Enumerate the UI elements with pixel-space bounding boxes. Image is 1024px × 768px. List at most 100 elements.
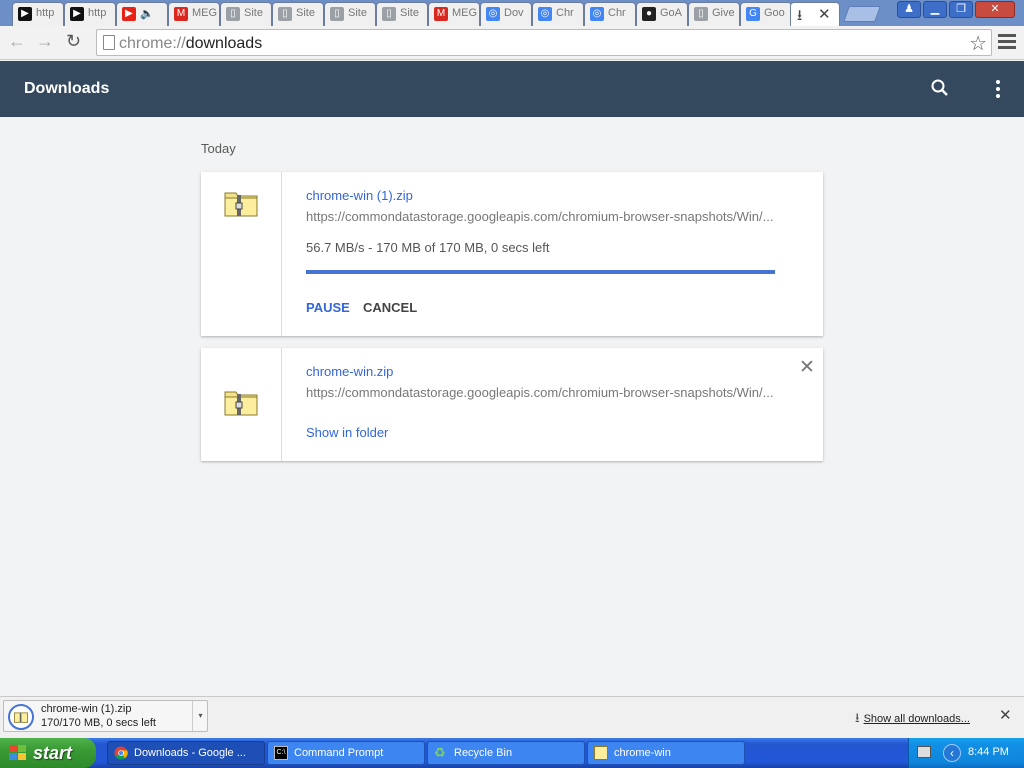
tab-title: Chr xyxy=(556,7,574,19)
browser-tab[interactable]: ● GoA xyxy=(636,2,688,26)
browser-tab[interactable]: ◎ Chr xyxy=(584,2,636,26)
back-arrow-icon[interactable]: ← xyxy=(8,31,26,52)
chrome-icon xyxy=(114,746,128,760)
tab-favicon-icon: M xyxy=(434,7,448,21)
tab-favicon-icon: ◎ xyxy=(538,7,552,21)
keyboard-icon[interactable] xyxy=(917,746,931,758)
new-tab-button[interactable] xyxy=(843,6,881,22)
tab-title: Site xyxy=(348,7,367,19)
tab-title: http xyxy=(36,7,55,19)
browser-tab[interactable]: ◎ Chr xyxy=(532,2,584,26)
tab-title: Site xyxy=(296,7,315,19)
browser-tab[interactable]: ▯ Give xyxy=(688,2,740,26)
taskbar-button-label: Recycle Bin xyxy=(454,747,513,759)
browser-tab[interactable]: M MEG xyxy=(168,2,220,26)
download-icon: ⭳ xyxy=(797,7,803,24)
minimize-button[interactable]: ▁ xyxy=(923,1,947,18)
cancel-button[interactable]: CANCEL xyxy=(363,300,417,315)
progress-fill xyxy=(306,270,775,274)
browser-tab[interactable]: ▶ http xyxy=(64,2,116,26)
search-icon[interactable] xyxy=(930,78,950,98)
tab-title: Site xyxy=(400,7,419,19)
taskbar-button-label: Command Prompt xyxy=(294,747,384,759)
tab-title: http xyxy=(88,7,107,19)
tab-favicon-icon: ▶ xyxy=(18,7,32,21)
tab-title: GoA xyxy=(660,7,683,19)
taskbar-button-command-prompt[interactable]: C:\ Command Prompt xyxy=(267,741,425,765)
downloads-header: Downloads xyxy=(0,61,1024,117)
chrome-menu-icon[interactable] xyxy=(998,34,1016,52)
remove-from-list-icon[interactable]: ✕ xyxy=(799,356,815,379)
browser-tab[interactable]: ▯ Site xyxy=(272,2,324,26)
taskbar-button-chrome-win[interactable]: chrome-win xyxy=(587,741,745,765)
download-filename-link[interactable]: chrome-win (1).zip xyxy=(306,188,413,203)
url-text[interactable]: chrome://downloads xyxy=(119,35,262,53)
browser-tab[interactable]: G Goo xyxy=(740,2,792,26)
show-all-downloads-text[interactable]: Show all downloads... xyxy=(864,713,970,725)
download-filename-link[interactable]: chrome-win.zip xyxy=(306,364,393,379)
download-url-link[interactable]: https://commondatastorage.googleapis.com… xyxy=(306,385,776,400)
window-controls: ♟ ▁ ❐ ✕ xyxy=(897,1,1021,19)
show-all-downloads-link[interactable]: ⭳ Show all downloads... xyxy=(855,709,970,731)
tab-downloads-active[interactable]: ⭳ ✕ xyxy=(790,2,840,26)
tab-title: Site xyxy=(244,7,263,19)
tab-close-icon[interactable]: ✕ xyxy=(818,5,831,23)
zip-folder-icon xyxy=(594,746,608,760)
shelf-close-icon[interactable]: ✕ xyxy=(999,706,1012,724)
browser-tab[interactable]: ▯ Site xyxy=(324,2,376,26)
page-title: Downloads xyxy=(24,80,110,97)
more-options-icon[interactable] xyxy=(990,80,1006,100)
tab-audio-icon: 🔈 xyxy=(140,8,154,20)
taskbar-button-downloads[interactable]: Downloads - Google ... xyxy=(107,741,265,765)
restore-button[interactable]: ❐ xyxy=(949,1,973,18)
tab-favicon-icon: ● xyxy=(642,7,656,21)
windows-logo-icon xyxy=(9,745,26,761)
shelf-download-item[interactable]: chrome-win (1).zip 170/170 MB, 0 secs le… xyxy=(3,700,208,732)
recycle-bin-icon: ♻ xyxy=(434,745,446,760)
tab-favicon-icon: G xyxy=(746,7,760,21)
user-icon[interactable]: ♟ xyxy=(897,1,921,18)
tab-favicon-icon: ▯ xyxy=(382,7,396,21)
window-close-button[interactable]: ✕ xyxy=(975,1,1015,18)
zip-file-icon xyxy=(224,192,258,217)
browser-tab[interactable]: ◎ Dov xyxy=(480,2,532,26)
show-in-folder-link[interactable]: Show in folder xyxy=(306,425,388,440)
address-bar[interactable]: chrome://downloads ☆ xyxy=(96,29,992,56)
tray-expand-icon[interactable]: ‹ xyxy=(943,744,961,762)
start-button[interactable]: start xyxy=(0,738,96,768)
page-icon xyxy=(103,35,115,50)
tab-favicon-icon: M xyxy=(174,7,188,21)
tab-title: Chr xyxy=(608,7,626,19)
shelf-item-name: chrome-win (1).zip xyxy=(41,703,132,715)
tab-favicon-icon: ▯ xyxy=(226,7,240,21)
download-url-link[interactable]: https://commondatastorage.googleapis.com… xyxy=(306,209,776,224)
zip-file-icon xyxy=(224,391,258,416)
tab-title: MEG xyxy=(452,7,478,19)
tab-title: Dov xyxy=(504,7,524,19)
browser-tab[interactable]: ▯ Site xyxy=(376,2,428,26)
cmd-icon: C:\ xyxy=(274,746,288,760)
download-status-text: 56.7 MB/s - 170 MB of 170 MB, 0 secs lef… xyxy=(306,240,550,255)
tab-favicon-icon: ◎ xyxy=(590,7,604,21)
pause-button[interactable]: PAUSE xyxy=(306,300,350,315)
tab-favicon-icon: ▯ xyxy=(330,7,344,21)
bookmark-star-icon[interactable]: ☆ xyxy=(969,31,987,56)
reload-icon[interactable]: ↻ xyxy=(66,31,81,52)
browser-tab[interactable]: ▯ Site xyxy=(220,2,272,26)
browser-tab[interactable]: M MEG xyxy=(428,2,480,26)
download-icon: ⭳ xyxy=(855,710,860,725)
tab-favicon-icon: ▯ xyxy=(694,7,708,21)
shelf-item-status: 170/170 MB, 0 secs left xyxy=(41,717,156,729)
tab-favicon-icon: ◎ xyxy=(486,7,500,21)
clock: 8:44 PM xyxy=(968,746,1009,758)
shelf-item-dropdown-icon[interactable]: ▾ xyxy=(192,701,208,731)
browser-tab[interactable]: ▶ 🔈 xyxy=(116,2,168,26)
tab-favicon-icon: ▯ xyxy=(278,7,292,21)
download-card: chrome-win (1).zip https://commondatasto… xyxy=(201,172,823,336)
forward-arrow-icon[interactable]: → xyxy=(36,31,54,52)
tab-title: Goo xyxy=(764,7,785,19)
shelf-zip-file-icon xyxy=(8,704,34,730)
browser-tab[interactable]: ▶ http xyxy=(12,2,64,26)
download-progress-bar xyxy=(306,270,775,274)
taskbar-button-recycle-bin[interactable]: ♻ Recycle Bin xyxy=(427,741,585,765)
